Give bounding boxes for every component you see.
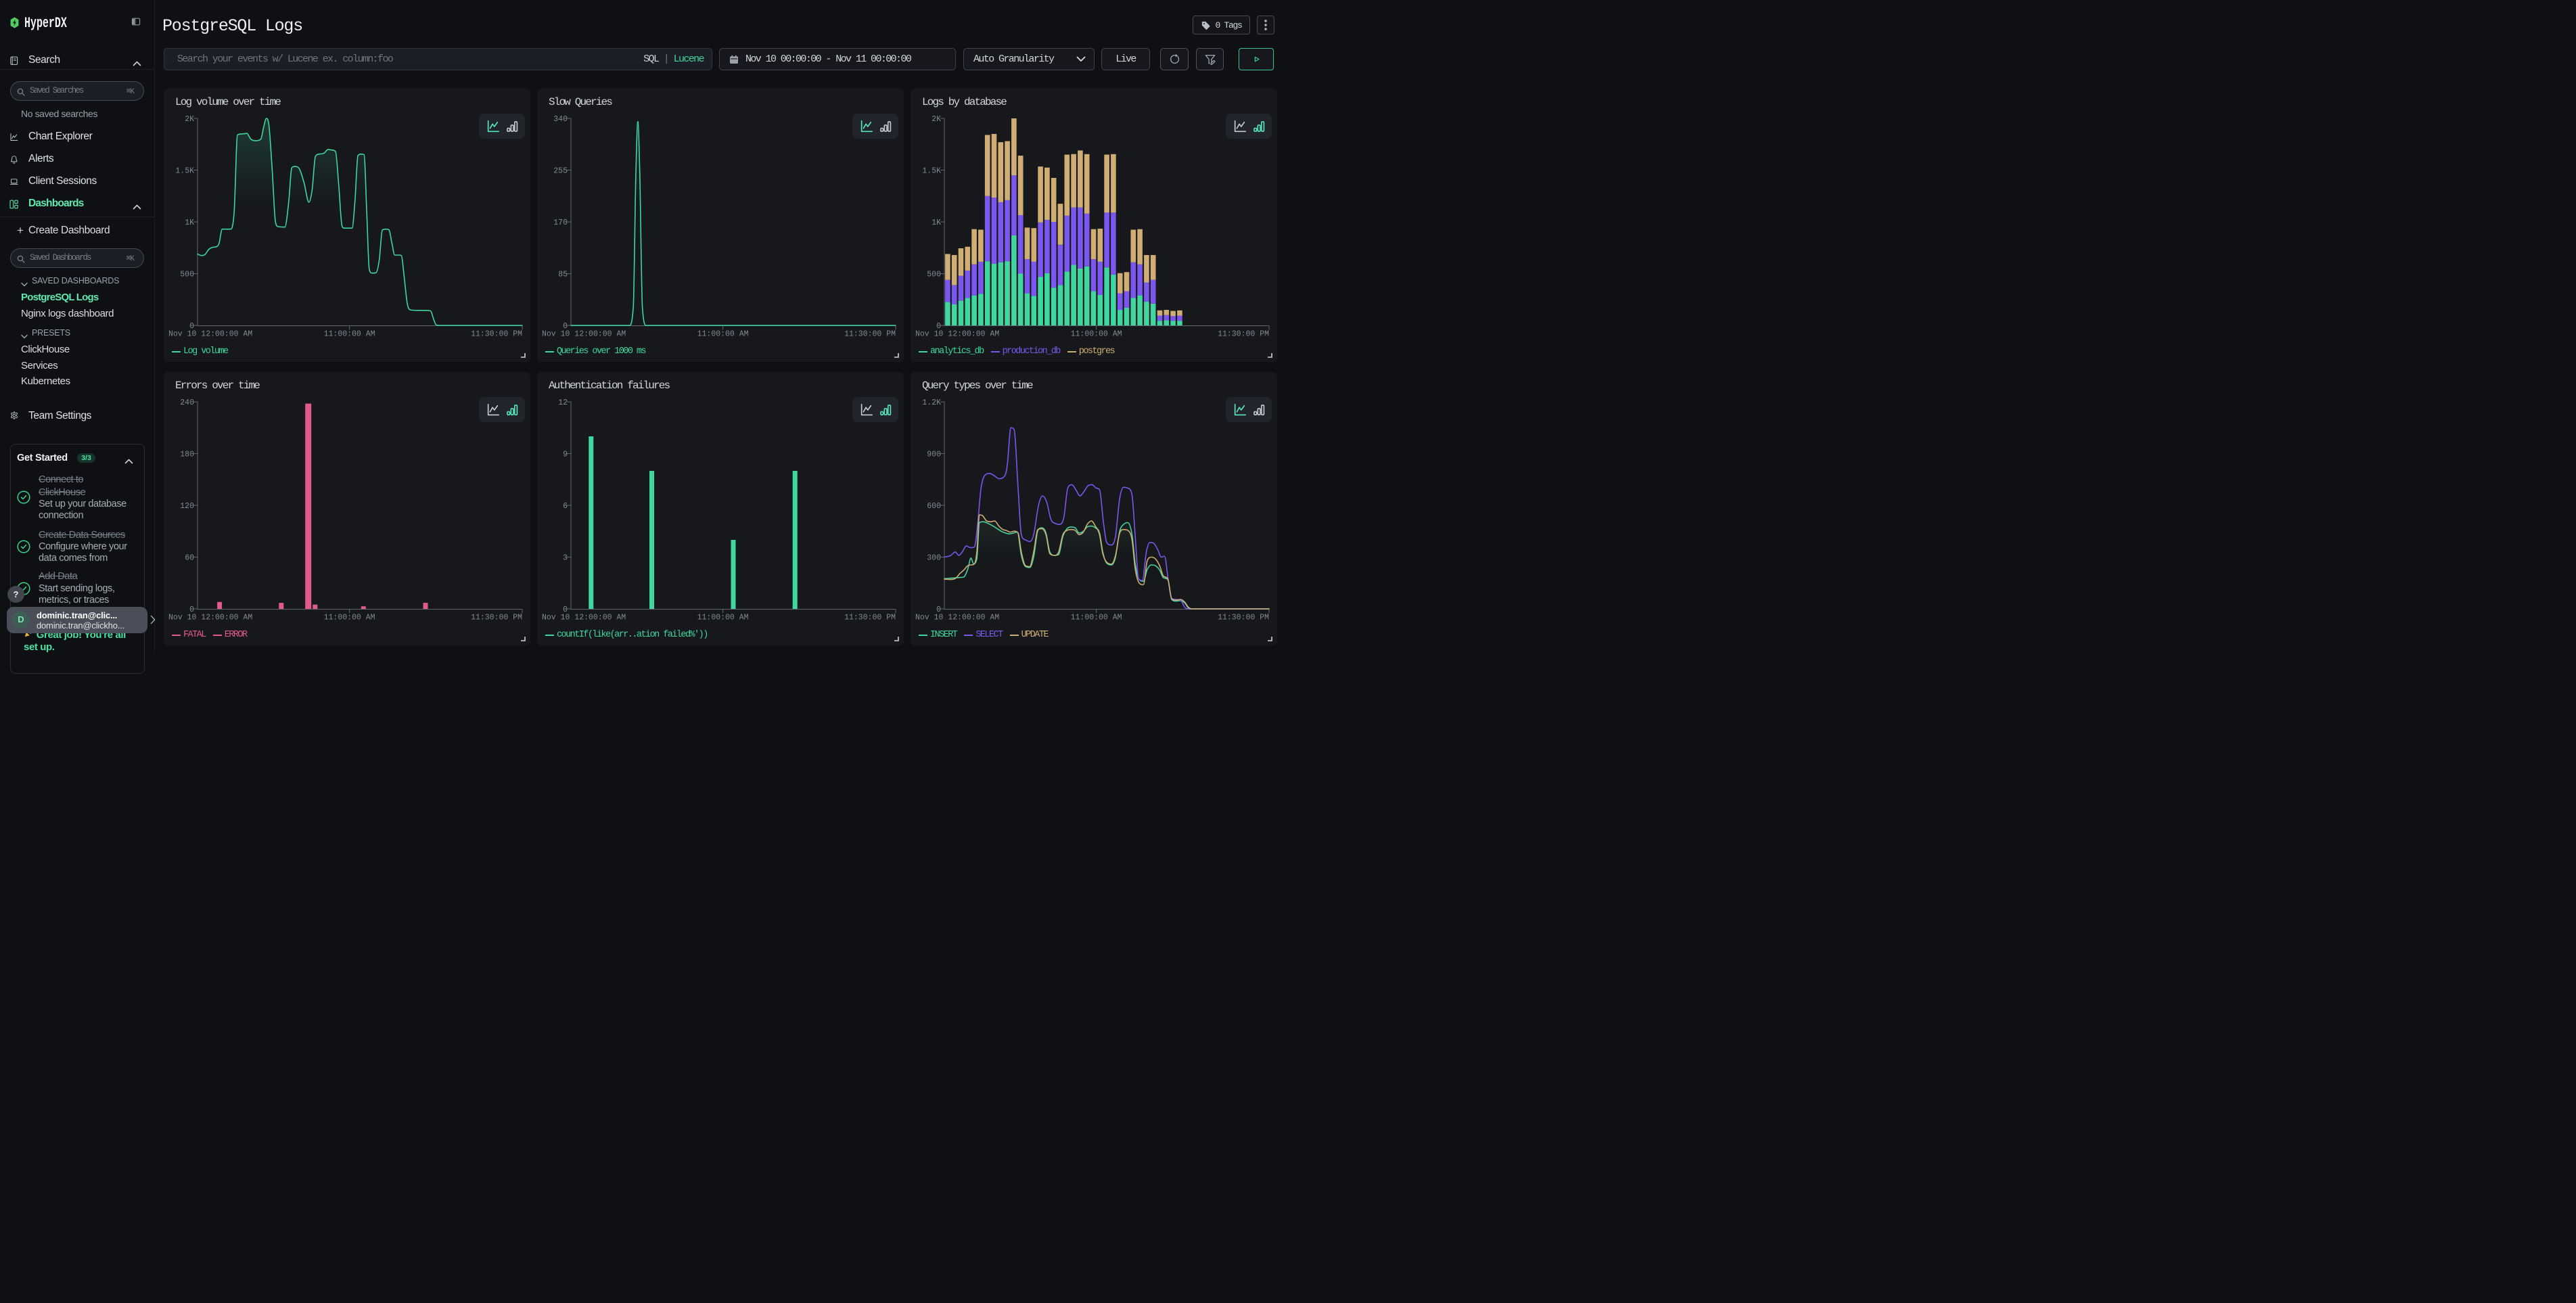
svg-text:340: 340 xyxy=(553,115,568,124)
svg-text:1.2K: 1.2K xyxy=(922,398,941,407)
svg-text:11:00:00 AM: 11:00:00 AM xyxy=(1071,614,1122,622)
svg-text:11:00:00 AM: 11:00:00 AM xyxy=(697,330,749,339)
svg-text:500: 500 xyxy=(927,271,941,279)
svg-text:170: 170 xyxy=(553,219,568,227)
svg-text:2K: 2K xyxy=(932,115,941,124)
svg-text:600: 600 xyxy=(927,502,941,511)
svg-text:1.5K: 1.5K xyxy=(175,167,194,176)
svg-text:Nov 10 12:00:00 AM: Nov 10 12:00:00 AM xyxy=(542,614,626,622)
svg-text:9: 9 xyxy=(563,451,568,459)
svg-text:6: 6 xyxy=(563,502,568,511)
svg-text:Nov 10 12:00:00 AM: Nov 10 12:00:00 AM xyxy=(915,614,999,622)
svg-text:Nov 10 12:00:00 AM: Nov 10 12:00:00 AM xyxy=(542,330,626,339)
svg-text:3: 3 xyxy=(563,554,568,563)
svg-text:11:30:00 PM: 11:30:00 PM xyxy=(844,614,896,622)
svg-text:1.5K: 1.5K xyxy=(922,167,941,176)
svg-text:11:00:00 AM: 11:00:00 AM xyxy=(697,614,749,622)
svg-text:11:00:00 AM: 11:00:00 AM xyxy=(324,330,375,339)
svg-text:Nov 10 12:00:00 AM: Nov 10 12:00:00 AM xyxy=(915,330,999,339)
svg-text:Nov 10 12:00:00 AM: Nov 10 12:00:00 AM xyxy=(168,330,252,339)
svg-text:Nov 10 12:00:00 AM: Nov 10 12:00:00 AM xyxy=(168,614,252,622)
svg-text:60: 60 xyxy=(185,554,194,563)
svg-text:500: 500 xyxy=(180,271,194,279)
svg-text:11:30:00 PM: 11:30:00 PM xyxy=(1218,614,1269,622)
svg-text:11:30:00 PM: 11:30:00 PM xyxy=(471,614,522,622)
svg-text:180: 180 xyxy=(180,451,194,459)
svg-text:255: 255 xyxy=(553,167,568,176)
svg-text:11:00:00 AM: 11:00:00 AM xyxy=(324,614,375,622)
svg-text:85: 85 xyxy=(558,271,568,279)
svg-text:1K: 1K xyxy=(932,219,941,227)
svg-text:2K: 2K xyxy=(185,115,194,124)
svg-text:900: 900 xyxy=(927,451,941,459)
svg-text:11:00:00 AM: 11:00:00 AM xyxy=(1071,330,1122,339)
svg-text:120: 120 xyxy=(180,502,194,511)
svg-text:240: 240 xyxy=(180,398,194,407)
svg-text:300: 300 xyxy=(927,554,941,563)
svg-text:1K: 1K xyxy=(185,219,194,227)
svg-text:11:30:00 PM: 11:30:00 PM xyxy=(844,330,896,339)
svg-text:12: 12 xyxy=(558,398,568,407)
svg-text:11:30:00 PM: 11:30:00 PM xyxy=(471,330,522,339)
svg-text:11:30:00 PM: 11:30:00 PM xyxy=(1218,330,1269,339)
